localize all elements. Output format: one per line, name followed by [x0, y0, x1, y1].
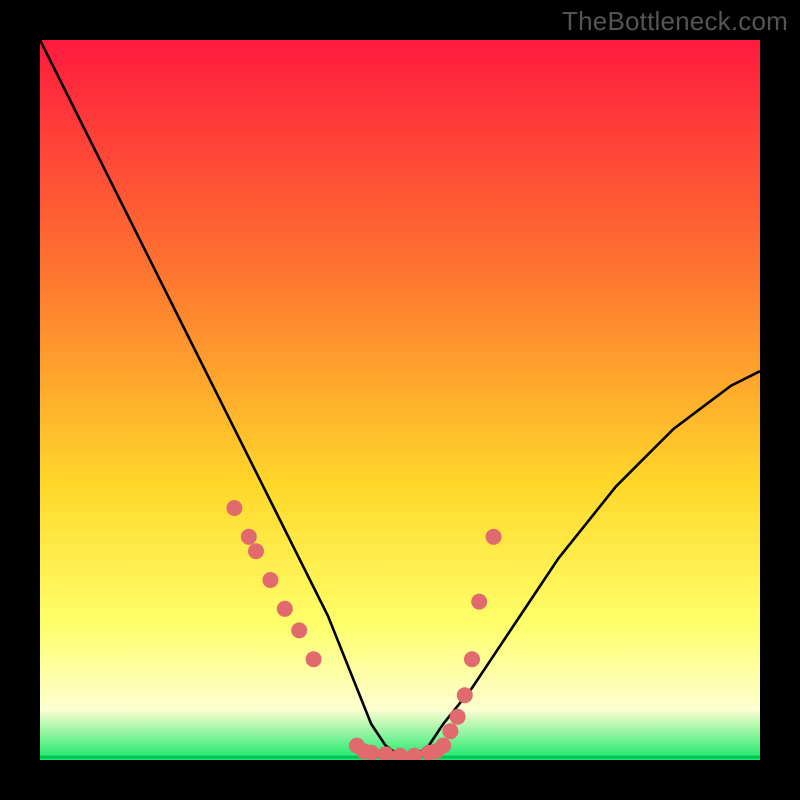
- sample-dot: [262, 572, 278, 588]
- sample-dot: [291, 622, 307, 638]
- plot-area: [40, 40, 760, 760]
- sample-dot: [226, 500, 242, 516]
- sample-dot: [306, 651, 322, 667]
- sample-dot: [471, 594, 487, 610]
- sample-dot: [457, 687, 473, 703]
- sample-dot: [442, 723, 458, 739]
- sample-dot: [277, 601, 293, 617]
- sample-dot: [486, 529, 502, 545]
- watermark-text: TheBottleneck.com: [562, 6, 788, 37]
- sample-dot: [450, 709, 466, 725]
- sample-dot: [435, 738, 451, 754]
- plot-svg: [40, 40, 760, 760]
- sample-dot: [241, 529, 257, 545]
- sample-dot: [464, 651, 480, 667]
- chart-frame: TheBottleneck.com: [0, 0, 800, 800]
- gradient-bg: [40, 40, 760, 760]
- sample-dot: [248, 543, 264, 559]
